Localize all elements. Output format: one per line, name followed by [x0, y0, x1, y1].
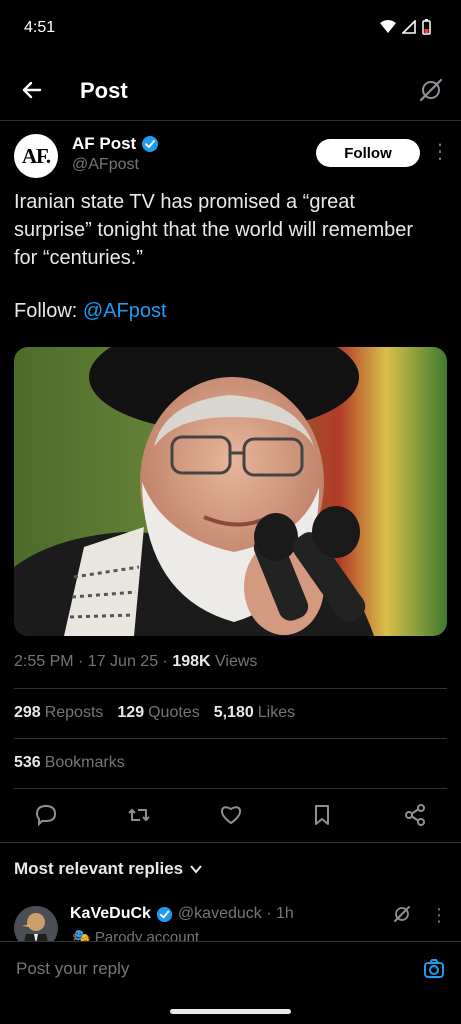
- views-count: 198K: [172, 653, 211, 670]
- author-handle[interactable]: @AFpost: [72, 156, 139, 174]
- bookmarks-stat[interactable]: 536 Bookmarks: [14, 754, 125, 772]
- system-icons: [380, 19, 431, 35]
- views-label: Views: [210, 653, 258, 670]
- divider: [0, 842, 461, 843]
- battery-icon: [422, 19, 431, 35]
- post-meta: 2:55 PM · 17 Jun 25 · 198K Views: [14, 653, 257, 671]
- likes-count: 5,180: [213, 704, 254, 721]
- camera-icon[interactable]: [423, 958, 445, 980]
- reply-icon[interactable]: [33, 802, 59, 828]
- mention-link[interactable]: @AFpost: [83, 300, 167, 322]
- replies-sort-label: Most relevant replies: [14, 859, 184, 878]
- post-stats: 298 Reposts 129 Quotes 5,180 Likes: [14, 704, 295, 722]
- reply-author-handle: @kaveduck · 1h: [177, 905, 294, 922]
- author-name-row[interactable]: AF Post: [72, 134, 159, 154]
- signal-icon: [402, 20, 416, 34]
- more-options-icon[interactable]: ⋮: [430, 141, 450, 163]
- divider: [14, 688, 447, 689]
- divider: [14, 788, 447, 789]
- reply-composer: [0, 941, 461, 994]
- replies-sort-dropdown[interactable]: Most relevant replies: [14, 859, 203, 879]
- divider: [14, 738, 447, 739]
- author-avatar[interactable]: AF.: [14, 134, 58, 178]
- home-indicator[interactable]: [170, 1009, 291, 1014]
- page-title: Post: [80, 78, 128, 103]
- back-arrow-icon[interactable]: [18, 76, 46, 104]
- chevron-down-icon: [190, 865, 202, 874]
- post-text: Iranian state TV has promised a “great s…: [14, 191, 414, 269]
- post-photo: [14, 347, 447, 636]
- reply-author-row[interactable]: KaVeDuCk @kaveduck · 1h: [70, 905, 294, 923]
- status-bar: 4:51: [0, 0, 461, 58]
- post-timestamp: 2:55 PM · 17 Jun 25 ·: [14, 653, 173, 670]
- likes-label: Likes: [257, 704, 296, 721]
- status-time: 4:51: [24, 19, 56, 36]
- post-follow-line: Follow: @AFpost: [14, 300, 167, 323]
- reposts-label: Reposts: [44, 704, 104, 721]
- quotes-label: Quotes: [148, 704, 200, 721]
- reply-author-name[interactable]: KaVeDuCk: [70, 905, 151, 923]
- share-icon[interactable]: [402, 802, 428, 828]
- reposts-count: 298: [14, 704, 41, 721]
- bookmark-icon[interactable]: [309, 802, 335, 828]
- follow-button[interactable]: Follow: [316, 139, 420, 167]
- reply-more-options-icon[interactable]: ⋮: [430, 905, 448, 925]
- grok-icon[interactable]: [417, 76, 445, 104]
- reply-input[interactable]: [14, 952, 398, 986]
- quotes-count: 129: [117, 704, 145, 721]
- author-name[interactable]: AF Post: [72, 134, 136, 154]
- verified-badge-icon: [156, 906, 172, 922]
- follow-prefix: Follow:: [14, 300, 83, 322]
- wifi-icon: [380, 20, 396, 33]
- likes-stat[interactable]: 5,180 Likes: [214, 704, 295, 722]
- bookmarks-count: 536: [14, 754, 41, 771]
- quotes-stat[interactable]: 129 Quotes: [117, 704, 199, 722]
- post-image[interactable]: [14, 347, 447, 636]
- top-bar: Post: [0, 62, 461, 121]
- verified-badge-icon: [142, 136, 159, 152]
- action-bar: [0, 798, 461, 834]
- reposts-stat[interactable]: 298 Reposts: [14, 704, 103, 722]
- repost-icon[interactable]: [126, 802, 152, 828]
- grok-icon[interactable]: [392, 904, 412, 924]
- bookmarks-label: Bookmarks: [44, 754, 125, 771]
- like-icon[interactable]: [218, 802, 244, 828]
